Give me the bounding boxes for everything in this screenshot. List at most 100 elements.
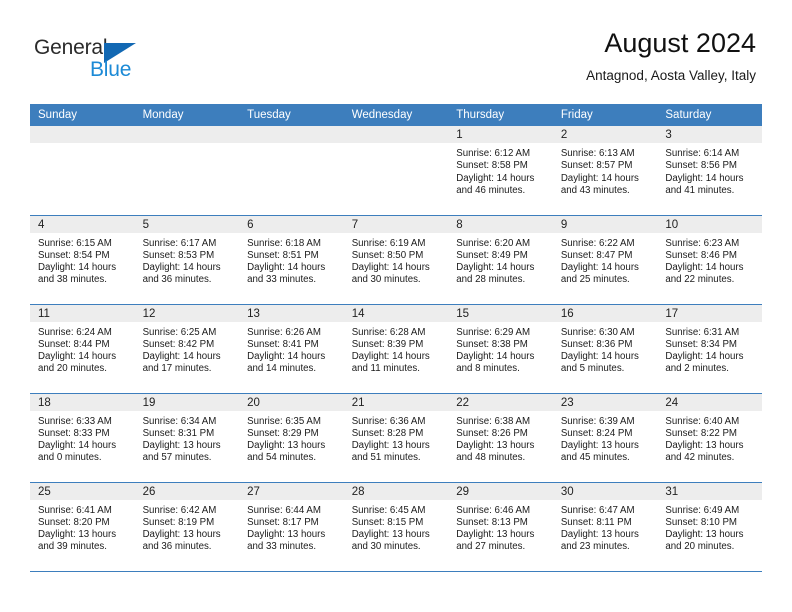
daylight-text-line1: Daylight: 14 hours [247,262,326,274]
sunrise-text: Sunrise: 6:42 AM [142,504,217,516]
daylight-text-line1: Daylight: 14 hours [38,351,117,363]
calendar-day-cell[interactable]: 2 Sunrise: 6:13 AM Sunset: 8:57 PM Dayli… [552,126,658,216]
daylight-text-line1: Daylight: 13 hours [560,440,639,452]
calendar-day-cell[interactable]: 19 Sunrise: 6:34 AM Sunset: 8:31 PM Dayl… [134,393,240,483]
daylight-text-line2: and 42 minutes. [665,452,735,464]
sunrise-text: Sunrise: 6:22 AM [560,237,635,249]
calendar-day-cell[interactable]: 31 Sunrise: 6:49 AM Sunset: 8:10 PM Dayl… [657,482,762,572]
calendar-day-cell[interactable]: 25 Sunrise: 6:41 AM Sunset: 8:20 PM Dayl… [30,482,135,572]
calendar-day-cell[interactable]: 10 Sunrise: 6:23 AM Sunset: 8:46 PM Dayl… [657,215,762,305]
day-details: Sunrise: 6:49 AM Sunset: 8:10 PM Dayligh… [657,500,762,554]
daylight-text-line1: Daylight: 13 hours [560,529,639,541]
logo-text-blue: Blue [90,58,132,81]
day-details: Sunrise: 6:17 AM Sunset: 8:53 PM Dayligh… [135,233,240,287]
calendar-day-cell[interactable]: 17 Sunrise: 6:31 AM Sunset: 8:34 PM Dayl… [657,304,762,394]
calendar-day-cell[interactable]: 24 Sunrise: 6:40 AM Sunset: 8:22 PM Dayl… [657,393,762,483]
calendar-day-cell[interactable]: 15 Sunrise: 6:29 AM Sunset: 8:38 PM Dayl… [448,304,553,394]
daylight-text-line2: and 41 minutes. [665,184,735,196]
daylight-text-line2: and 51 minutes. [351,452,421,464]
daylight-text-line2: and 30 minutes. [351,274,421,286]
sunset-text: Sunset: 8:57 PM [560,160,633,172]
daylight-text-line2: and 30 minutes. [351,541,421,553]
calendar-day-cell[interactable]: 9 Sunrise: 6:22 AM Sunset: 8:47 PM Dayli… [552,215,658,305]
sunset-text: Sunset: 8:54 PM [38,249,110,261]
day-details: Sunrise: 6:38 AM Sunset: 8:26 PM Dayligh… [448,411,553,465]
day-number: 27 [239,482,344,500]
daylight-text-line2: and 20 minutes. [38,363,107,375]
page-title: August 2024 [604,28,756,58]
day-details: Sunrise: 6:23 AM Sunset: 8:46 PM Dayligh… [657,233,762,287]
calendar-day-cell[interactable]: 7 Sunrise: 6:19 AM Sunset: 8:50 PM Dayli… [343,215,449,305]
calendar-day-cell[interactable]: 16 Sunrise: 6:30 AM Sunset: 8:36 PM Dayl… [552,304,658,394]
sunset-text: Sunset: 8:53 PM [142,249,215,261]
day-details: Sunrise: 6:19 AM Sunset: 8:50 PM Dayligh… [344,233,449,287]
calendar-day-cell[interactable]: 18 Sunrise: 6:33 AM Sunset: 8:33 PM Dayl… [30,393,135,483]
daylight-text-line2: and 33 minutes. [247,274,317,286]
calendar-day-cell[interactable]: 11 Sunrise: 6:24 AM Sunset: 8:44 PM Dayl… [30,304,135,394]
daylight-text-line2: and 22 minutes. [665,274,735,286]
day-number: 18 [30,393,135,411]
calendar-day-cell[interactable] [343,126,449,216]
calendar-day-cell[interactable] [134,126,240,216]
calendar-day-cell[interactable]: 20 Sunrise: 6:35 AM Sunset: 8:29 PM Dayl… [239,393,344,483]
weekday-header-saturday: Saturday [657,104,762,126]
calendar-day-cell[interactable]: 6 Sunrise: 6:18 AM Sunset: 8:51 PM Dayli… [239,215,344,305]
day-number: 20 [239,393,344,411]
daylight-text-line2: and 23 minutes. [560,541,630,553]
sunset-text: Sunset: 8:56 PM [665,160,737,172]
sunset-text: Sunset: 8:41 PM [247,338,319,350]
daylight-text-line1: Daylight: 14 hours [560,262,639,274]
daylight-text-line2: and 33 minutes. [247,541,317,553]
day-number: 24 [657,393,762,411]
daylight-text-line2: and 28 minutes. [456,274,526,286]
calendar-day-cell[interactable]: 5 Sunrise: 6:17 AM Sunset: 8:53 PM Dayli… [134,215,240,305]
day-details: Sunrise: 6:18 AM Sunset: 8:51 PM Dayligh… [239,233,344,287]
weekday-header-tuesday: Tuesday [239,104,344,126]
day-details: Sunrise: 6:25 AM Sunset: 8:42 PM Dayligh… [135,322,240,376]
calendar-day-cell[interactable] [30,126,135,216]
daylight-text-line2: and 36 minutes. [142,541,212,553]
calendar-day-cell[interactable]: 27 Sunrise: 6:44 AM Sunset: 8:17 PM Dayl… [239,482,344,572]
sunset-text: Sunset: 8:51 PM [247,249,319,261]
calendar-day-cell[interactable]: 1 Sunrise: 6:12 AM Sunset: 8:58 PM Dayli… [448,126,553,216]
calendar-day-cell[interactable]: 29 Sunrise: 6:46 AM Sunset: 8:13 PM Dayl… [448,482,553,572]
calendar-day-cell[interactable]: 14 Sunrise: 6:28 AM Sunset: 8:39 PM Dayl… [343,304,449,394]
calendar-day-cell[interactable] [239,126,344,216]
day-number: 13 [239,304,344,322]
sunset-text: Sunset: 8:13 PM [456,516,528,528]
day-details [239,143,344,148]
day-number: 3 [657,126,762,143]
daylight-text-line2: and 54 minutes. [247,452,317,464]
daylight-text-line2: and 38 minutes. [38,274,107,286]
calendar-day-cell[interactable]: 3 Sunrise: 6:14 AM Sunset: 8:56 PM Dayli… [657,126,762,216]
calendar-day-cell[interactable]: 8 Sunrise: 6:20 AM Sunset: 8:49 PM Dayli… [448,215,553,305]
daylight-text-line2: and 11 minutes. [351,363,420,375]
sunrise-text: Sunrise: 6:34 AM [142,415,217,427]
calendar-day-cell[interactable]: 13 Sunrise: 6:26 AM Sunset: 8:41 PM Dayl… [239,304,344,394]
day-number [134,126,240,143]
sunrise-text: Sunrise: 6:41 AM [38,504,112,516]
day-number: 25 [30,482,135,500]
sunrise-text: Sunrise: 6:12 AM [456,148,531,159]
day-number: 7 [343,215,449,233]
generalblue-logo[interactable]: General Blue [34,36,174,82]
day-number: 26 [134,482,240,500]
calendar-day-cell[interactable]: 30 Sunrise: 6:47 AM Sunset: 8:11 PM Dayl… [552,482,658,572]
calendar-day-cell[interactable]: 23 Sunrise: 6:39 AM Sunset: 8:24 PM Dayl… [552,393,658,483]
sunrise-text: Sunrise: 6:44 AM [247,504,321,516]
day-number: 12 [134,304,240,322]
sunrise-text: Sunrise: 6:30 AM [560,326,635,338]
calendar-day-cell[interactable]: 26 Sunrise: 6:42 AM Sunset: 8:19 PM Dayl… [134,482,240,572]
sunrise-text: Sunrise: 6:19 AM [351,237,426,249]
day-details: Sunrise: 6:15 AM Sunset: 8:54 PM Dayligh… [30,233,135,287]
daylight-text-line1: Daylight: 14 hours [665,172,744,184]
sunset-text: Sunset: 8:47 PM [560,249,633,261]
calendar-day-cell[interactable]: 22 Sunrise: 6:38 AM Sunset: 8:26 PM Dayl… [448,393,553,483]
calendar-day-cell[interactable]: 21 Sunrise: 6:36 AM Sunset: 8:28 PM Dayl… [343,393,449,483]
day-number: 9 [552,215,658,233]
calendar-day-cell[interactable]: 28 Sunrise: 6:45 AM Sunset: 8:15 PM Dayl… [343,482,449,572]
calendar-day-cell[interactable]: 4 Sunrise: 6:15 AM Sunset: 8:54 PM Dayli… [30,215,135,305]
calendar-day-cell[interactable]: 12 Sunrise: 6:25 AM Sunset: 8:42 PM Dayl… [134,304,240,394]
sunrise-text: Sunrise: 6:13 AM [560,148,635,159]
sunrise-text: Sunrise: 6:36 AM [351,415,426,427]
